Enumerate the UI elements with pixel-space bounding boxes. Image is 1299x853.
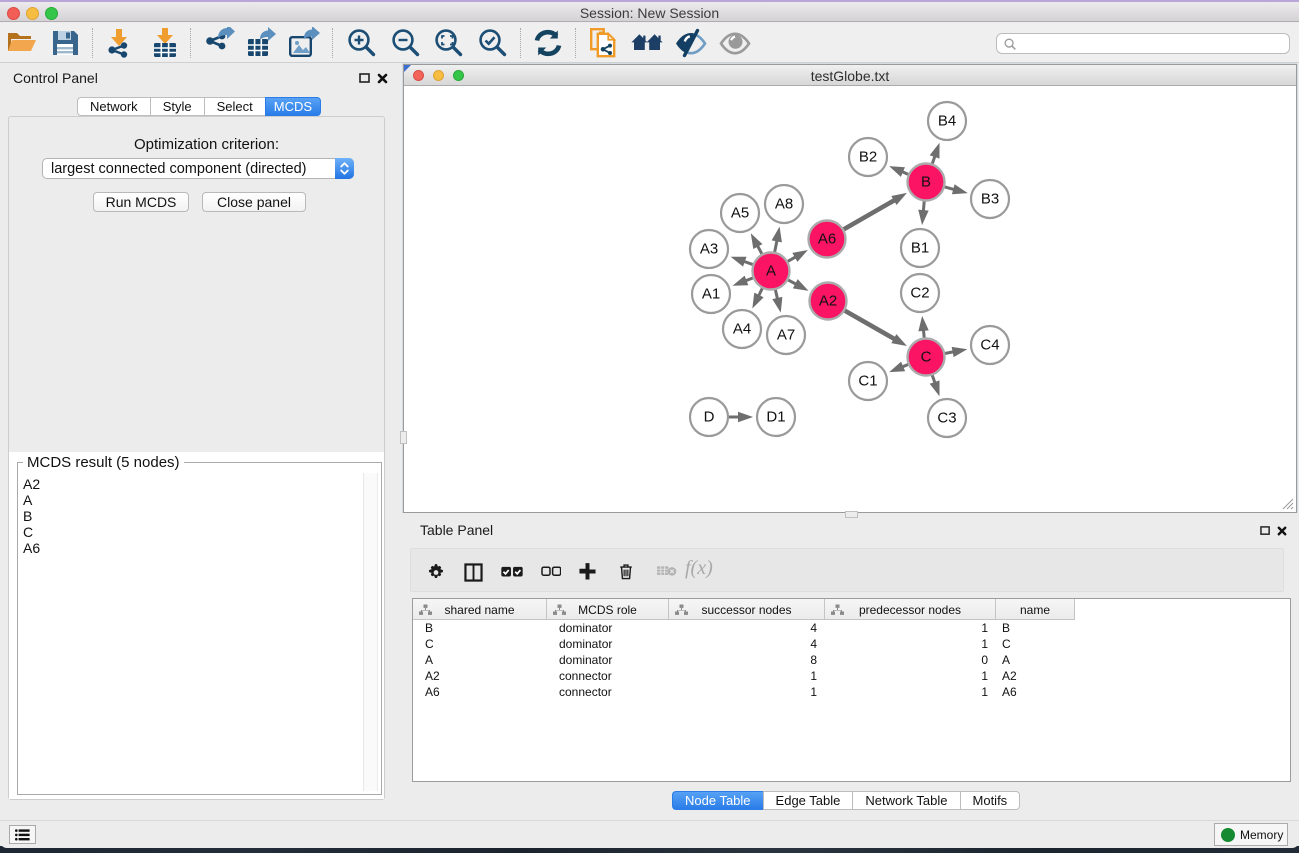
- svg-text:C1: C1: [858, 373, 877, 390]
- svg-text:C4: C4: [980, 337, 999, 354]
- svg-text:B: B: [921, 174, 931, 191]
- svg-text:C3: C3: [937, 410, 956, 427]
- svg-text:A4: A4: [733, 321, 751, 338]
- svg-text:A5: A5: [731, 205, 749, 222]
- svg-text:B3: B3: [981, 191, 999, 208]
- svg-text:A2: A2: [819, 293, 837, 310]
- svg-text:B2: B2: [859, 149, 877, 166]
- svg-text:C2: C2: [910, 285, 929, 302]
- svg-text:A6: A6: [818, 231, 836, 248]
- svg-text:A1: A1: [702, 286, 720, 303]
- svg-text:A7: A7: [777, 327, 795, 344]
- svg-text:A: A: [766, 263, 776, 280]
- svg-text:B4: B4: [938, 113, 956, 130]
- svg-text:A8: A8: [775, 196, 793, 213]
- svg-text:D: D: [704, 409, 715, 426]
- svg-text:D1: D1: [766, 409, 785, 426]
- svg-text:A3: A3: [700, 241, 718, 258]
- svg-text:C: C: [921, 349, 932, 366]
- svg-text:B1: B1: [911, 240, 929, 257]
